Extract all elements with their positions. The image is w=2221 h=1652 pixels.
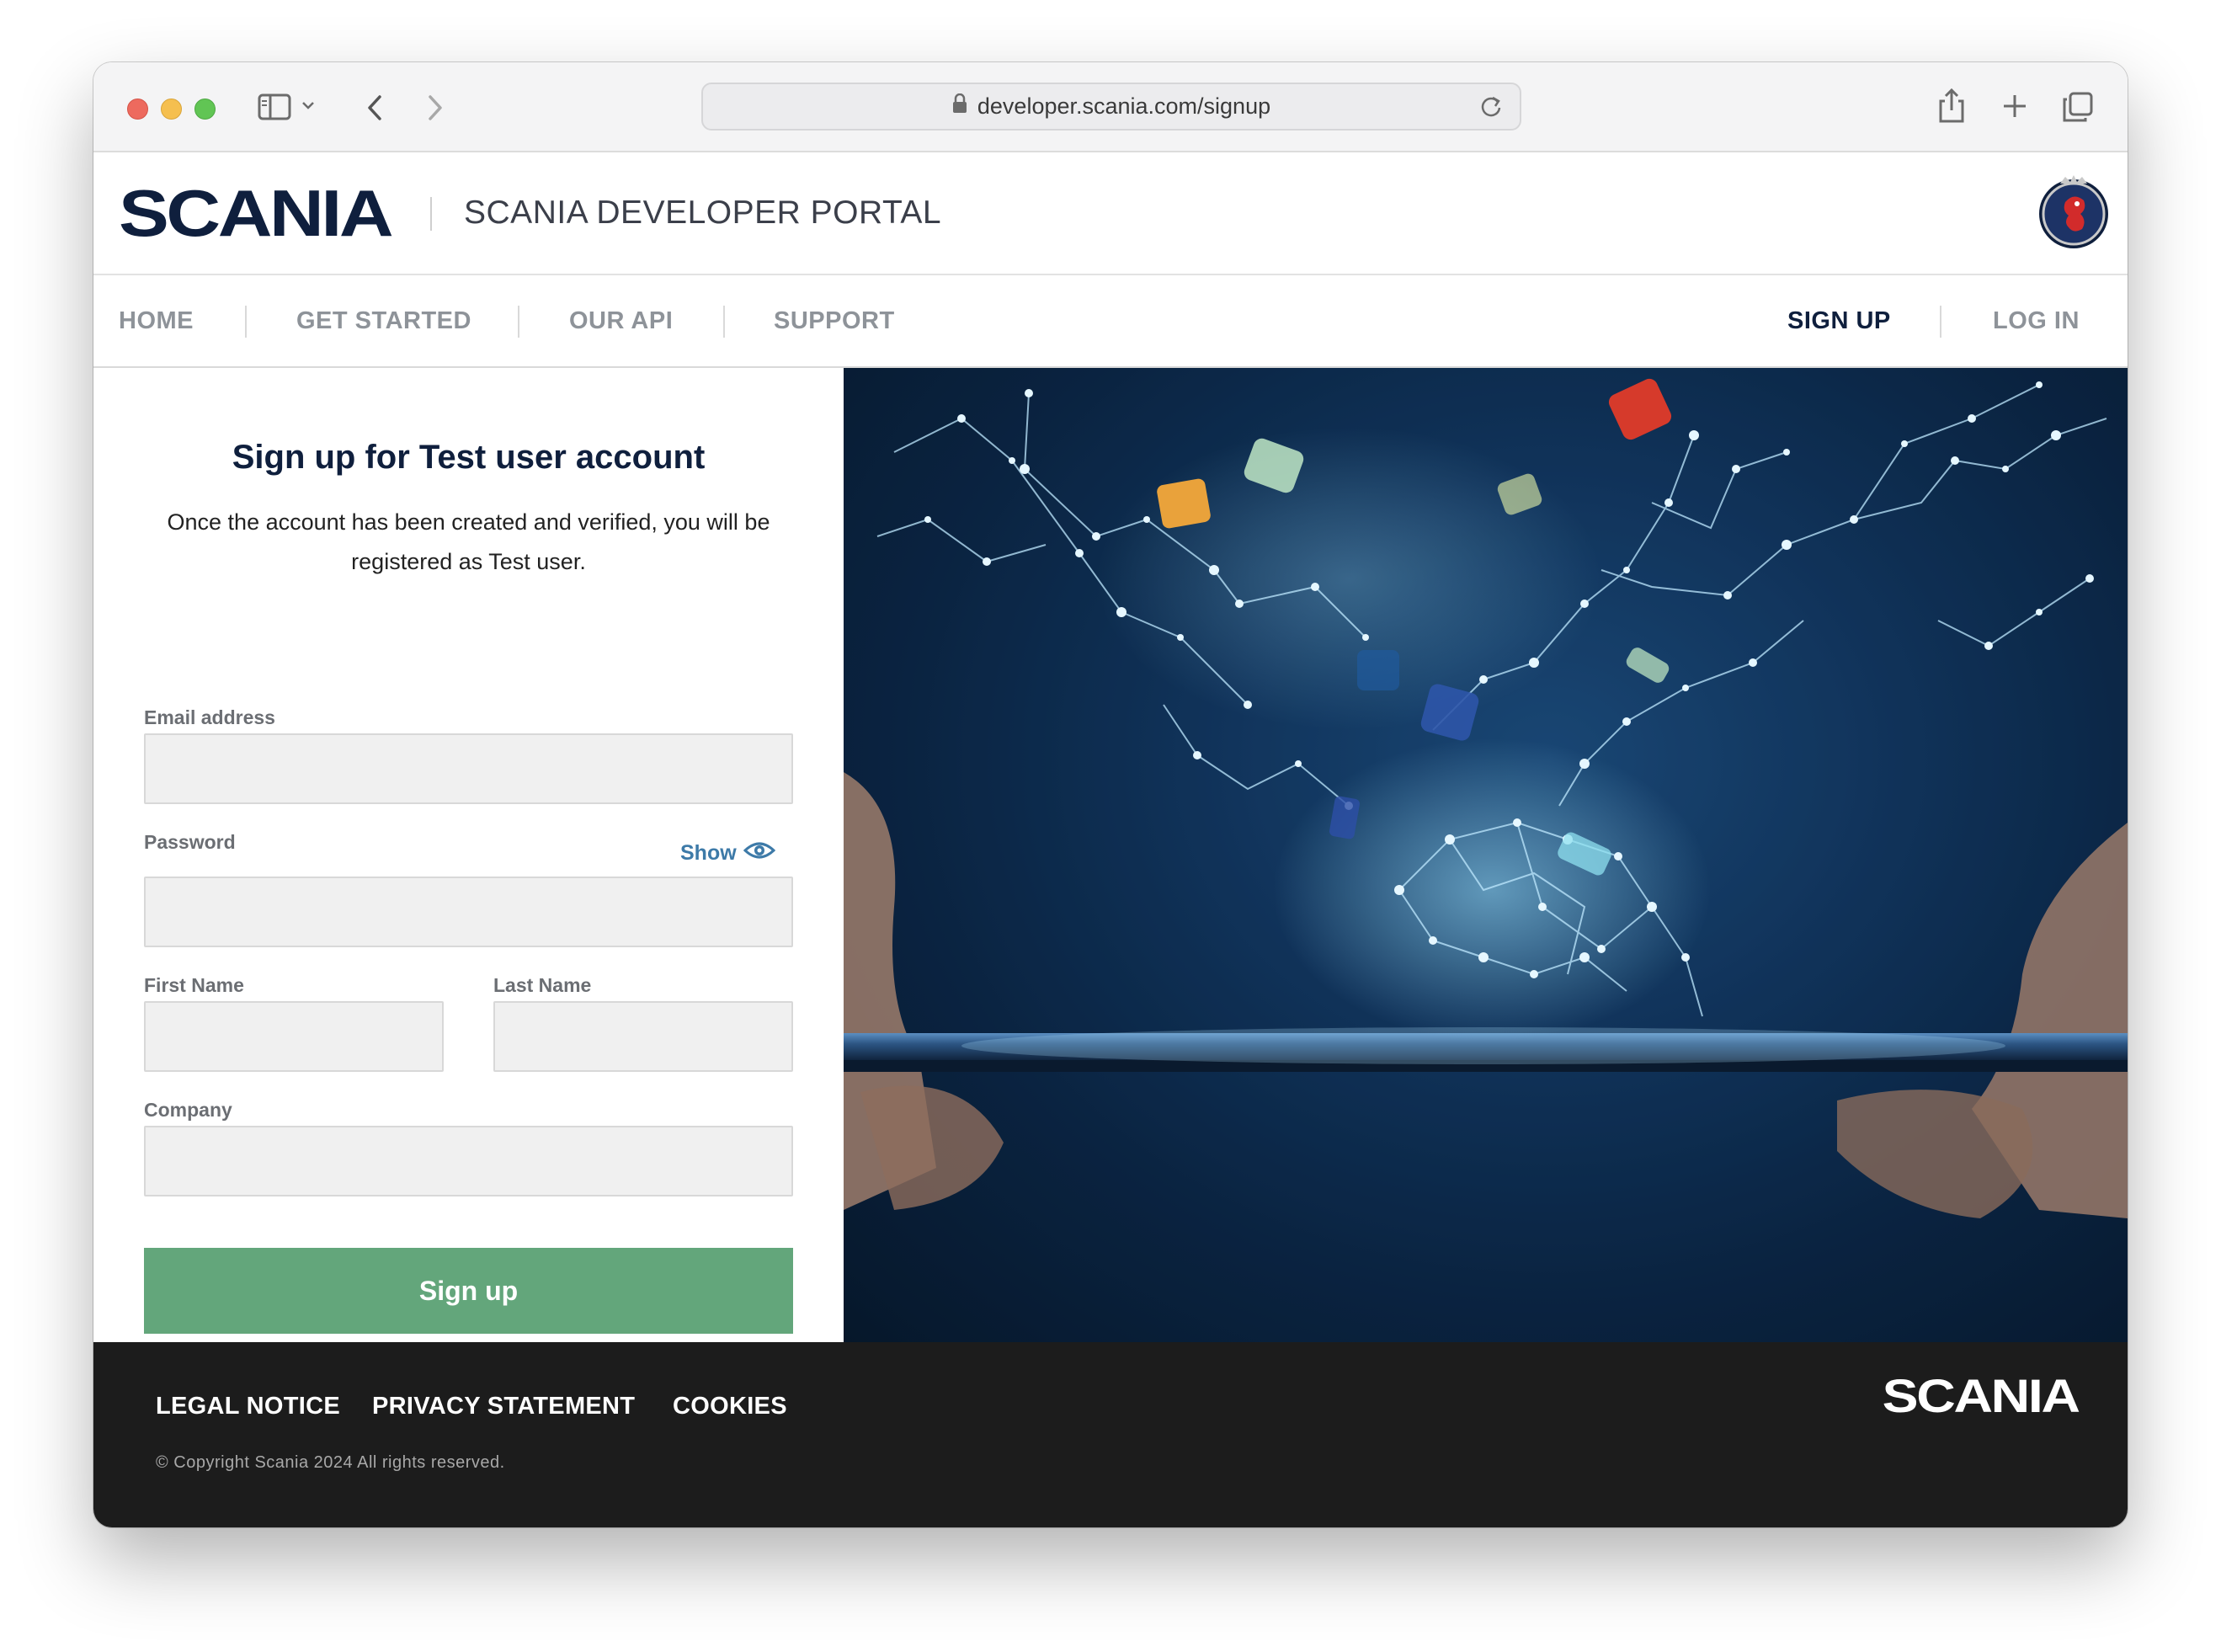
privacy-statement-link[interactable]: PRIVACY STATEMENT bbox=[372, 1393, 635, 1420]
network-tablet-illustration bbox=[844, 368, 2128, 1342]
show-password-label: Show bbox=[680, 841, 737, 865]
show-password-toggle[interactable]: Show bbox=[680, 839, 775, 867]
form-description: Once the account has been created and ve… bbox=[167, 509, 770, 574]
header-divider bbox=[430, 197, 432, 231]
reload-icon[interactable] bbox=[1479, 94, 1503, 124]
email-field[interactable] bbox=[144, 733, 793, 804]
browser-toolbar: developer.scania.com/signup bbox=[93, 62, 2128, 152]
nav-sign-up[interactable]: SIGN UP bbox=[1787, 307, 1891, 335]
nav-log-in[interactable]: LOG IN bbox=[1993, 307, 2080, 335]
nav-separator bbox=[1940, 306, 1941, 338]
site-header: SCANIA SCANIA DEVELOPER PORTAL bbox=[93, 152, 2128, 275]
chevron-down-icon[interactable] bbox=[301, 99, 316, 111]
tab-overview-icon[interactable] bbox=[2062, 91, 2094, 123]
nav-get-started[interactable]: GET STARTED bbox=[296, 307, 471, 335]
nav-our-api[interactable]: OUR API bbox=[569, 307, 673, 335]
password-label: Password bbox=[144, 831, 236, 853]
company-label: Company bbox=[144, 1099, 232, 1121]
forward-icon[interactable] bbox=[425, 93, 445, 122]
hero-image bbox=[844, 368, 2128, 1342]
site-footer: LEGAL NOTICE PRIVACY STATEMENT COOKIES ©… bbox=[93, 1342, 2128, 1527]
nav-separator bbox=[245, 306, 247, 338]
company-field[interactable] bbox=[144, 1126, 793, 1196]
first-name-field[interactable] bbox=[144, 1001, 444, 1072]
password-field[interactable] bbox=[144, 877, 793, 947]
nav-separator bbox=[723, 306, 725, 338]
last-name-label: Last Name bbox=[493, 974, 592, 996]
first-name-label: First Name bbox=[144, 974, 244, 996]
email-label: Email address bbox=[144, 706, 275, 728]
minimize-window-button[interactable] bbox=[161, 99, 182, 120]
nav-home[interactable]: HOME bbox=[119, 307, 194, 335]
scania-griffin-emblem bbox=[2035, 173, 2112, 251]
new-tab-icon[interactable] bbox=[2001, 93, 2028, 120]
share-icon[interactable] bbox=[1937, 88, 1966, 125]
address-bar[interactable]: developer.scania.com/signup bbox=[701, 83, 1521, 131]
maximize-window-button[interactable] bbox=[194, 99, 216, 120]
main-nav: HOME GET STARTED OUR API SUPPORT SIGN UP… bbox=[93, 275, 2128, 368]
legal-notice-link[interactable]: LEGAL NOTICE bbox=[156, 1393, 340, 1420]
portal-title: SCANIA DEVELOPER PORTAL bbox=[464, 195, 942, 231]
browser-window: developer.scania.com/signup SCANIA SCANI… bbox=[93, 62, 2128, 1527]
scania-logo[interactable]: SCANIA bbox=[119, 180, 394, 246]
nav-separator bbox=[518, 306, 519, 338]
form-title: Sign up for Test user account bbox=[232, 439, 706, 476]
lock-icon bbox=[952, 93, 967, 120]
nav-support[interactable]: SUPPORT bbox=[774, 307, 895, 335]
last-name-field[interactable] bbox=[493, 1001, 793, 1072]
footer-scania-logo: SCANIA bbox=[1882, 1369, 2080, 1422]
signup-form-panel: Sign up for Test user account Once the a… bbox=[93, 368, 844, 1342]
cookies-link[interactable]: COOKIES bbox=[673, 1393, 787, 1420]
eye-icon bbox=[743, 839, 775, 867]
close-window-button[interactable] bbox=[127, 99, 148, 120]
sign-up-button[interactable]: Sign up bbox=[144, 1248, 793, 1334]
url-text: developer.scania.com/signup bbox=[977, 93, 1271, 119]
sidebar-icon[interactable] bbox=[258, 93, 291, 120]
copyright-text: © Copyright Scania 2024 All rights reser… bbox=[156, 1453, 505, 1472]
back-icon[interactable] bbox=[365, 93, 385, 122]
